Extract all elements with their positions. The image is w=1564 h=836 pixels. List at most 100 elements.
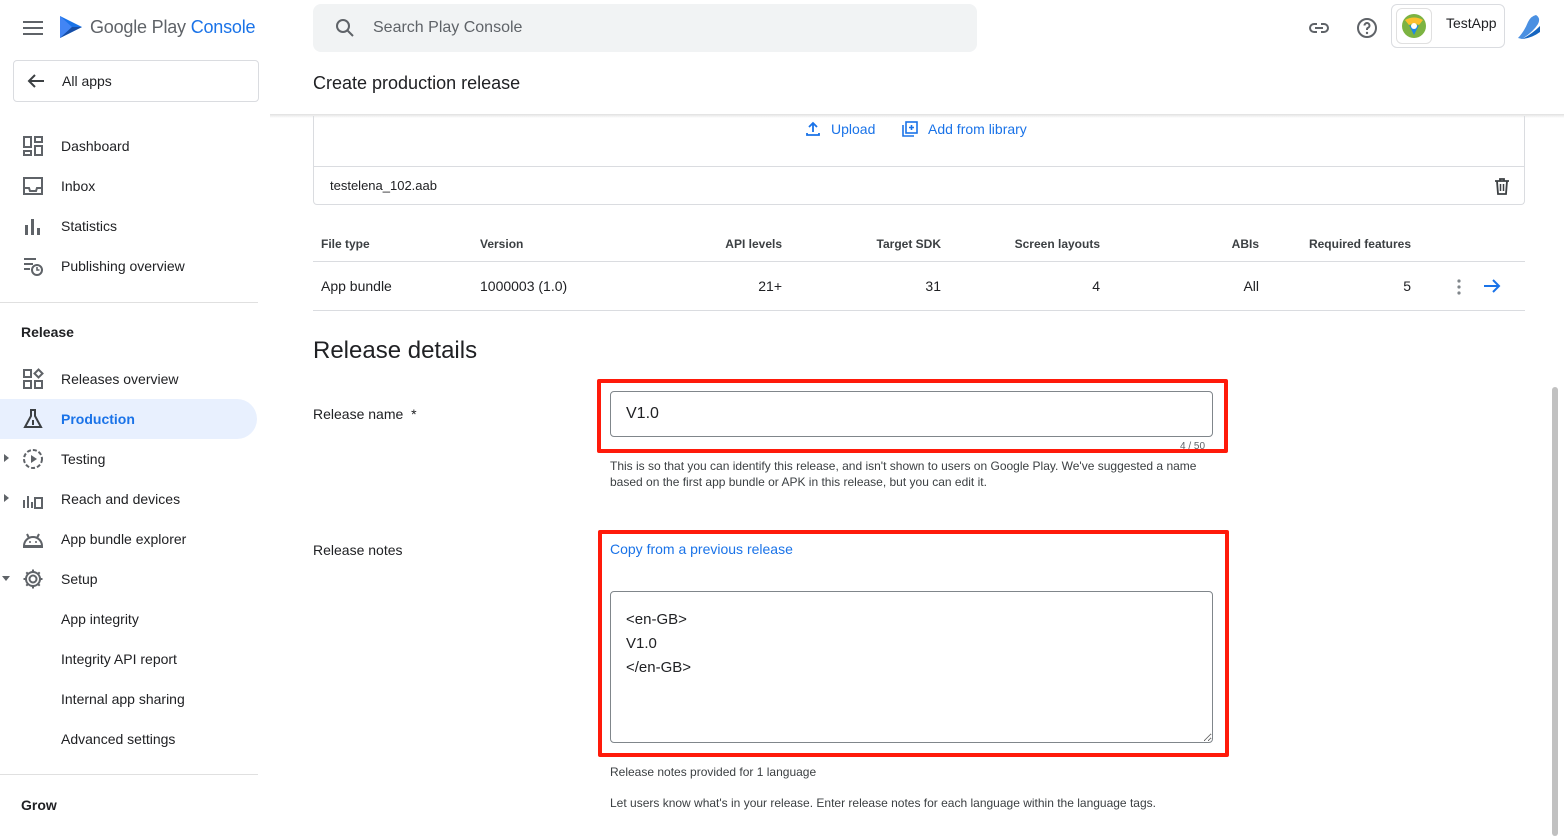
sidebar-item-production[interactable]: Production <box>0 399 257 439</box>
hamburger-menu-icon[interactable] <box>20 16 46 40</box>
app-bundle-upload-card: Upload Add from library testelena_102.aa… <box>313 116 1525 205</box>
column-header: Screen layouts <box>1014 237 1100 251</box>
sidebar-item-label: Reach and devices <box>61 491 181 507</box>
upload-icon <box>806 121 820 136</box>
arrow-forward-icon[interactable] <box>1482 276 1502 296</box>
table-cell: All <box>1243 278 1259 294</box>
dashboard-icon <box>23 136 43 156</box>
sidebar-item-label: Dashboard <box>61 138 130 154</box>
help-icon[interactable] <box>1355 16 1379 40</box>
release-name-input[interactable] <box>610 391 1213 437</box>
sidebar-item-label: Statistics <box>61 218 118 234</box>
all-apps-label: All apps <box>62 73 112 89</box>
sidebar-item-app-bundle-explorer[interactable]: App bundle explorer <box>0 519 257 559</box>
app-switcher[interactable]: TestApp <box>1391 4 1505 48</box>
sidebar-item-publishing-overview[interactable]: Publishing overview <box>0 246 257 286</box>
search-bar[interactable] <box>313 4 977 52</box>
sidebar-item-label: Releases overview <box>61 371 179 387</box>
link-icon[interactable] <box>1307 16 1331 40</box>
file-name: testelena_102.aab <box>330 178 437 193</box>
sidebar-divider <box>0 774 258 775</box>
sidebar-item-statistics[interactable]: Statistics <box>0 206 257 246</box>
table-cell: 31 <box>925 278 941 294</box>
app-name: TestApp <box>1446 15 1497 31</box>
sidebar-item-releases-overview[interactable]: Releases overview <box>0 359 257 399</box>
search-icon <box>336 19 354 37</box>
gear-icon <box>23 569 43 589</box>
sidebar-item-integrity-api-report[interactable]: Integrity API report <box>0 639 257 679</box>
all-apps-button[interactable]: All apps <box>13 60 259 102</box>
testing-play-icon <box>23 449 43 469</box>
production-flask-icon <box>23 409 43 428</box>
sidebar-item-inbox[interactable]: Inbox <box>0 166 257 206</box>
sidebar-divider <box>0 302 258 303</box>
account-avatar-icon[interactable] <box>1514 12 1544 42</box>
sidebar-item-label: Advanced settings <box>61 731 176 747</box>
section-title-grow: Grow <box>21 797 57 813</box>
release-name-hint: This is so that you can identify this re… <box>610 459 1197 489</box>
sidebar-item-reach-and-devices[interactable]: Reach and devices <box>0 479 257 519</box>
releases-overview-icon <box>23 368 44 389</box>
column-header: File type <box>321 237 370 251</box>
inbox-icon <box>23 177 43 195</box>
sidebar-item-testing[interactable]: Testing <box>0 439 257 479</box>
column-header: Version <box>480 237 524 251</box>
release-details-heading: Release details <box>313 337 478 364</box>
sidebar-item-setup[interactable]: Setup <box>0 559 257 599</box>
column-header: API levels <box>725 237 782 251</box>
table-cell: 21+ <box>758 278 782 294</box>
add-from-library-label: Add from library <box>928 121 1027 137</box>
google-play-console-logo[interactable]: Google Play Console <box>58 14 256 40</box>
caret-right-icon <box>4 494 9 502</box>
app-logo-icon <box>1396 8 1432 44</box>
logo-text: Google Play Console <box>90 16 256 37</box>
more-vert-icon[interactable] <box>1453 277 1465 297</box>
sidebar: All apps Dashboard Inbox Statistics Publ… <box>0 56 270 836</box>
trash-icon[interactable] <box>1492 176 1512 196</box>
table-cell: 4 <box>1092 278 1100 294</box>
table-cell: App bundle <box>321 278 392 294</box>
arrow-back-icon <box>27 74 44 88</box>
upload-label: Upload <box>831 121 876 137</box>
add-from-library-button[interactable]: Add from library <box>902 118 1027 140</box>
sidebar-item-advanced-settings[interactable]: Advanced settings <box>0 719 257 759</box>
sidebar-item-label: Production <box>61 411 135 427</box>
sidebar-item-label: Publishing overview <box>61 258 185 274</box>
caret-right-icon <box>4 454 9 462</box>
search-input[interactable] <box>373 19 933 37</box>
copy-from-previous-release-link[interactable]: Copy from a previous release <box>610 541 793 557</box>
sidebar-item-label: App bundle explorer <box>61 531 187 547</box>
column-header: ABIs <box>1231 237 1259 251</box>
sidebar-item-app-integrity[interactable]: App integrity <box>0 599 257 639</box>
sidebar-item-label: Testing <box>61 451 106 467</box>
notes-help-text: Let users know what's in your release. E… <box>610 796 1156 810</box>
reach-devices-icon <box>23 496 43 509</box>
bundle-table-header: File type Version API levels Target SDK … <box>313 232 1525 262</box>
release-name-label: Release name * <box>313 406 417 422</box>
sidebar-item-internal-app-sharing[interactable]: Internal app sharing <box>0 679 257 719</box>
notes-language-hint: Release notes provided for 1 language <box>610 765 817 779</box>
sidebar-item-label: App integrity <box>61 611 139 627</box>
sidebar-item-label: Setup <box>61 571 98 587</box>
release-notes-label: Release notes <box>313 542 403 558</box>
upload-button[interactable]: Upload <box>805 118 875 140</box>
uploaded-file-row: testelena_102.aab <box>314 166 1524 204</box>
column-header: Target SDK <box>876 237 941 251</box>
sidebar-item-label: Inbox <box>61 178 96 194</box>
table-cell: 5 <box>1403 278 1411 294</box>
bar-chart-icon <box>25 219 40 235</box>
table-cell: 1000003 (1.0) <box>480 278 568 294</box>
library-add-icon <box>902 121 918 137</box>
release-name-counter: 4 / 50 <box>1180 441 1206 452</box>
page-scrollbar[interactable] <box>1552 387 1558 836</box>
sidebar-item-dashboard[interactable]: Dashboard <box>0 126 257 166</box>
column-header: Required features <box>1308 237 1411 251</box>
play-logo-icon <box>60 16 82 38</box>
table-row: App bundle 1000003 (1.0) 21+ 31 4 All 5 <box>313 262 1525 311</box>
page-title: Create production release <box>313 73 521 93</box>
section-title-release: Release <box>21 324 74 340</box>
release-notes-textarea[interactable]: <en-GB> V1.0 </en-GB> <box>610 591 1213 743</box>
top-app-bar: Google Play Console TestApp <box>0 0 1564 56</box>
android-icon <box>22 533 44 548</box>
caret-down-icon <box>2 576 10 581</box>
